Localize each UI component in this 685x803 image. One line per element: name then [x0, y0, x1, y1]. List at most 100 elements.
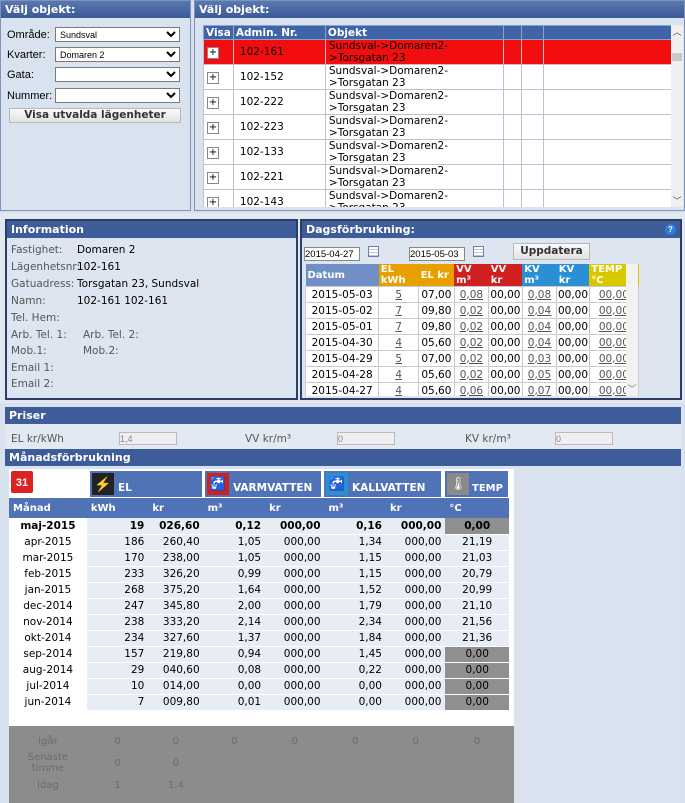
- daily-cell[interactable]: 7: [378, 318, 420, 335]
- monthly-cell: 000,00: [265, 694, 325, 711]
- adr-label: Gatuadress:: [11, 278, 75, 290]
- daily-cell: 2015-04-30: [305, 334, 380, 351]
- daily-cell[interactable]: 5: [378, 350, 420, 367]
- monthly-footer-cell: 0: [474, 735, 481, 747]
- expand-icon[interactable]: +: [207, 171, 219, 184]
- kv-price-input[interactable]: [555, 432, 613, 445]
- daily-cell[interactable]: 0,05: [521, 366, 558, 383]
- daily-cell[interactable]: 0,04: [521, 318, 558, 335]
- monthly-col-header: kWh: [86, 498, 149, 518]
- update-button[interactable]: Uppdatera: [513, 243, 590, 260]
- daily-cell[interactable]: 0,02: [453, 366, 490, 383]
- daily-cell[interactable]: 0,02: [453, 302, 490, 319]
- empty-cell: [542, 189, 672, 207]
- vv-group-label: VARMVATTEN: [233, 482, 313, 494]
- cold-tap-icon: 🚰: [326, 473, 348, 495]
- daily-cell[interactable]: 0,06: [453, 382, 490, 396]
- daily-cell[interactable]: 4: [378, 366, 420, 383]
- monthly-cell: 0,00: [445, 694, 509, 711]
- daily-cell[interactable]: 0,02: [453, 350, 490, 367]
- expand-icon[interactable]: +: [207, 196, 219, 207]
- help-icon[interactable]: ?: [665, 224, 676, 235]
- expand-icon[interactable]: +: [207, 146, 219, 159]
- object-row[interactable]: +102-143Sundsval->Domaren2->Torsgatan 23: [203, 189, 672, 207]
- show-selected-button[interactable]: Visa utvalda lägenheter: [9, 108, 181, 123]
- daily-row: 2015-05-03 5 07,00 0,08 00,00 0,08 00,00 00,00: [305, 286, 639, 303]
- date-from-input[interactable]: [304, 247, 360, 261]
- daily-cell[interactable]: 0,04: [521, 302, 558, 319]
- objekt-cell: Sundsval->Domaren2->Torsgatan 23: [324, 139, 504, 165]
- monthly-col-header: kr: [386, 498, 446, 518]
- object-row[interactable]: +102-222 Sundsval->Domaren2->Torsgatan 23: [203, 89, 672, 115]
- monthly-footer-cell: 0: [114, 757, 121, 769]
- daily-col-header: VV m³: [454, 264, 489, 287]
- daily-cell[interactable]: 0,04: [521, 334, 558, 351]
- object-row[interactable]: +102-223 Sundsval->Domaren2->Torsgatan 23: [203, 114, 672, 140]
- omrade-select[interactable]: Sundsval: [55, 27, 180, 42]
- daily-cell[interactable]: 4: [378, 382, 420, 396]
- date-to-input[interactable]: [409, 247, 465, 261]
- daily-cell[interactable]: 0,02: [453, 318, 490, 335]
- expand-cell: +: [203, 139, 234, 165]
- monthly-cell: mar-2015: [9, 550, 87, 567]
- gata-select[interactable]: [55, 67, 180, 82]
- object-row[interactable]: +102-152 Sundsval->Domaren2->Torsgatan 23: [203, 64, 672, 90]
- monthly-cell: 014,00: [148, 678, 204, 695]
- object-row[interactable]: +102-161 Sundsval->Domaren2->Torsgatan 23: [203, 39, 672, 65]
- monthly-cell: jun-2014: [9, 694, 87, 711]
- objekt-cell: Sundsval->Domaren2->Torsgatan 23: [324, 39, 504, 65]
- expand-icon[interactable]: +: [207, 96, 219, 109]
- empty-cell: [520, 89, 544, 115]
- monthly-cell: 2,00: [203, 598, 266, 615]
- daily-row: 2015-04-28 4 05,60 0,02 00,00 0,05 00,00 00,00: [305, 366, 639, 383]
- monthly-cell: 000,00: [265, 598, 325, 615]
- daily-cell[interactable]: 0,02: [453, 334, 490, 351]
- monthly-cell: 1,84: [324, 630, 386, 647]
- daily-scroll-down[interactable]: ﹀: [626, 382, 638, 395]
- daily-cell[interactable]: 0,07: [521, 382, 558, 396]
- daily-scrollbar[interactable]: ﹀: [626, 264, 638, 396]
- expand-icon[interactable]: +: [207, 46, 219, 59]
- kvarter-select[interactable]: Domaren 2: [55, 47, 180, 62]
- daily-cell: 00,00: [488, 382, 523, 396]
- calendar-to-icon[interactable]: [473, 246, 484, 257]
- monthly-cell: 000,00: [386, 646, 446, 663]
- scroll-up-arrow[interactable]: ︿: [671, 25, 683, 38]
- monthly-cell: 0,08: [203, 662, 266, 679]
- daily-cell[interactable]: 4: [378, 334, 420, 351]
- expand-icon[interactable]: +: [207, 121, 219, 134]
- monthly-cell: 000,00: [386, 630, 446, 647]
- calendar-from-icon[interactable]: [368, 246, 379, 257]
- plug-icon: ⚡: [92, 473, 114, 495]
- monthly-cell: 0,12: [203, 518, 266, 535]
- daily-cell[interactable]: 0,03: [521, 350, 558, 367]
- daily-cell[interactable]: 7: [378, 302, 420, 319]
- monthly-cell: 326,20: [148, 566, 204, 583]
- objects-scrollbar[interactable]: ︿ ﹀: [671, 25, 683, 207]
- monthly-cell: 000,00: [386, 582, 446, 599]
- daily-cell[interactable]: 0,08: [453, 286, 490, 303]
- monthly-cell: 234: [86, 630, 149, 647]
- nummer-select[interactable]: [55, 88, 180, 103]
- monthly-cell: 0,00: [324, 694, 386, 711]
- daily-cell: 05,60: [418, 382, 455, 396]
- monthly-cell: 260,40: [148, 534, 204, 551]
- vv-price-input[interactable]: [337, 432, 395, 445]
- col-objekt: Objekt: [324, 25, 504, 40]
- expand-icon[interactable]: +: [207, 71, 219, 84]
- monthly-cell: 000,00: [265, 646, 325, 663]
- monthly-footer-cell: [265, 752, 324, 774]
- monthly-cell: 000,00: [265, 550, 325, 567]
- scroll-down-arrow[interactable]: ﹀: [671, 194, 683, 207]
- daily-cell[interactable]: 5: [378, 286, 420, 303]
- object-row[interactable]: +102-221 Sundsval->Domaren2->Torsgatan 23: [203, 164, 672, 190]
- object-row[interactable]: +102-133 Sundsval->Domaren2->Torsgatan 23: [203, 139, 672, 165]
- scroll-thumb[interactable]: [672, 53, 682, 61]
- daily-cell[interactable]: 0,08: [521, 286, 558, 303]
- daily-cell: 00,00: [488, 302, 523, 319]
- monthly-cell: 000,00: [265, 582, 325, 599]
- el-price-input[interactable]: [119, 432, 177, 445]
- monthly-cell: 1,15: [324, 550, 386, 567]
- monthly-cell: jan-2015: [9, 582, 87, 599]
- daily-cell: 00,00: [556, 350, 590, 367]
